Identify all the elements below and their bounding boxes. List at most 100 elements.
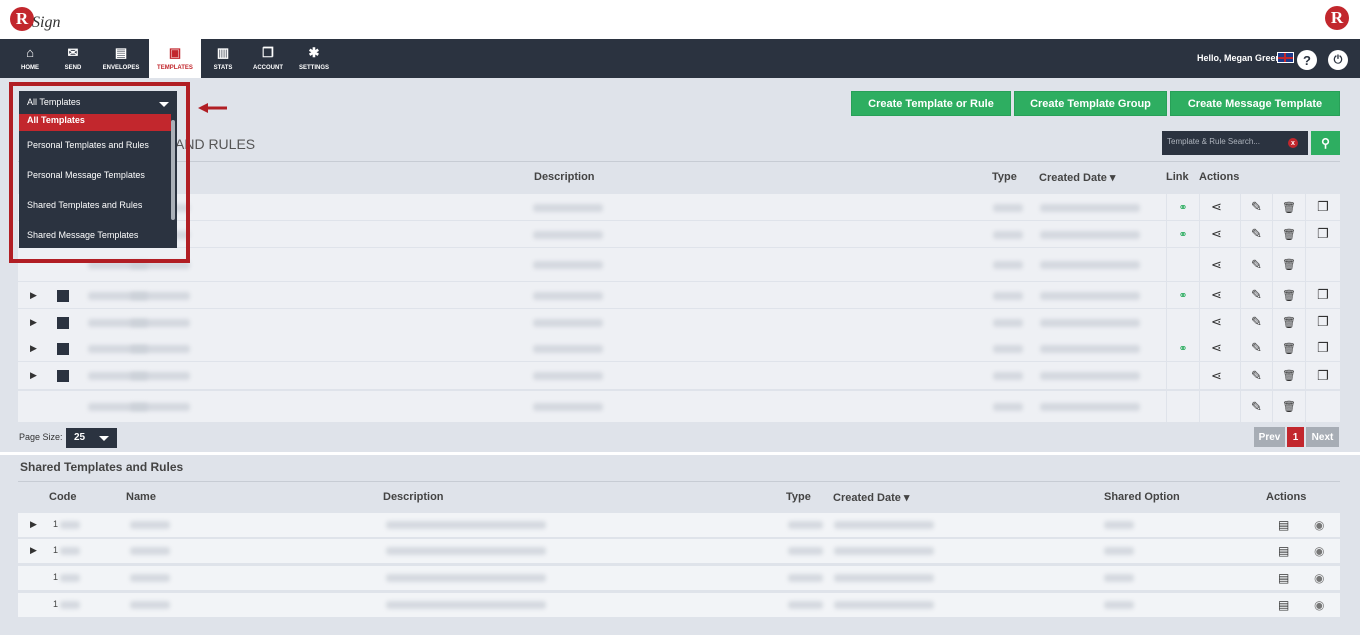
share-icon[interactable]: ⋖ [1211, 314, 1222, 330]
table-row[interactable]: ▶ ⋖ ✎ 🗑 ❐ [18, 309, 1340, 336]
trash-icon[interactable]: 🗑 [1282, 369, 1296, 382]
template-view-icon[interactable]: ▤ [1278, 544, 1289, 558]
share-icon[interactable]: ◉ [1314, 518, 1324, 532]
trash-icon[interactable]: 🗑 [1282, 289, 1296, 302]
share-icon[interactable]: ⋖ [1211, 257, 1222, 273]
blurred-text [1040, 292, 1140, 300]
expand-row-icon[interactable]: ▶ [30, 545, 37, 556]
create-template-group-button[interactable]: Create Template Group [1014, 91, 1167, 116]
edit-icon[interactable]: ✎ [1251, 340, 1262, 356]
col-code[interactable]: Code [49, 491, 77, 503]
share-icon[interactable]: ◉ [1314, 571, 1324, 585]
col-type[interactable]: Type [992, 171, 1017, 183]
edit-icon[interactable]: ✎ [1251, 287, 1262, 303]
nav-templates[interactable]: ▣ TEMPLATES [149, 39, 201, 78]
nav-envelopes[interactable]: ▤ ENVELOPES [97, 39, 145, 78]
table-row[interactable]: ✎ 🗑 [18, 391, 1340, 423]
share-icon[interactable]: ⋖ [1211, 368, 1222, 384]
expand-row-icon[interactable]: ▶ [30, 519, 37, 530]
table-row[interactable]: 1 ▤ ◉ [18, 593, 1340, 618]
table-row[interactable]: ▶ ⋖ ✎ 🗑 ❐ [18, 362, 1340, 390]
copy-icon[interactable]: ❐ [1317, 368, 1329, 384]
template-filter-select[interactable]: All Templates [19, 91, 177, 116]
row-checkbox[interactable] [57, 317, 69, 329]
template-view-icon[interactable]: ▤ [1278, 571, 1289, 585]
edit-icon[interactable]: ✎ [1251, 314, 1262, 330]
trash-icon[interactable]: 🗑 [1282, 201, 1296, 214]
nav-account[interactable]: ❐ ACCOUNT [246, 39, 290, 78]
nav-stats[interactable]: ▥ STATS [205, 39, 241, 78]
copy-icon[interactable]: ❐ [1317, 287, 1329, 303]
col-created-date[interactable]: Created Date ▾ [833, 491, 909, 504]
share-icon[interactable]: ⋖ [1211, 340, 1222, 356]
expand-row-icon[interactable]: ▶ [30, 370, 37, 381]
table-row[interactable]: ▶ 1 ▤ ◉ [18, 539, 1340, 564]
expand-row-icon[interactable]: ▶ [30, 343, 37, 354]
table-row[interactable]: ▶ 1 ▤ ◉ [18, 513, 1340, 538]
rsign-logo[interactable]: R Sign [10, 6, 60, 32]
page-1-button[interactable]: 1 [1287, 427, 1304, 447]
table-row[interactable]: ⚭ ⋖ ✎ 🗑 ❐ [18, 194, 1340, 221]
page-size-select[interactable]: 25 [66, 428, 117, 448]
nav-send[interactable]: ✉ SEND [55, 39, 91, 78]
table-row[interactable]: 1 ▤ ◉ [18, 566, 1340, 591]
search-button[interactable]: ⚲ [1311, 131, 1340, 155]
create-template-or-rule-button[interactable]: Create Template or Rule [851, 91, 1011, 116]
share-icon[interactable]: ⋖ [1211, 287, 1222, 303]
edit-icon[interactable]: ✎ [1251, 368, 1262, 384]
uk-flag-icon[interactable] [1277, 52, 1294, 63]
share-icon[interactable]: ⋖ [1211, 199, 1222, 215]
expand-row-icon[interactable]: ▶ [30, 317, 37, 328]
link-icon[interactable]: ⚭ [1178, 342, 1187, 355]
option-shared-templates-rules[interactable]: Shared Templates and Rules [19, 190, 171, 220]
nav-settings[interactable]: ✱ SETTINGS [295, 39, 333, 78]
table-row[interactable]: ⚭ ⋖ ✎ 🗑 ❐ [18, 221, 1340, 248]
copy-icon[interactable]: ❐ [1317, 340, 1329, 356]
search-input[interactable]: Template & Rule Search... x [1162, 131, 1308, 155]
copy-icon[interactable]: ❐ [1317, 226, 1329, 242]
help-icon[interactable]: ? [1297, 50, 1317, 70]
trash-icon[interactable]: 🗑 [1282, 342, 1296, 355]
template-view-icon[interactable]: ▤ [1278, 598, 1289, 612]
create-message-template-button[interactable]: Create Message Template [1170, 91, 1340, 116]
edit-icon[interactable]: ✎ [1251, 257, 1262, 273]
edit-icon[interactable]: ✎ [1251, 226, 1262, 242]
nav-home[interactable]: ⌂ HOME [10, 39, 50, 78]
share-icon[interactable]: ◉ [1314, 544, 1324, 558]
option-personal-templates-rules[interactable]: Personal Templates and Rules [19, 130, 171, 160]
col-created-date[interactable]: Created Date ▾ [1039, 171, 1115, 184]
col-name[interactable]: Name [126, 491, 156, 503]
copy-icon[interactable]: ❐ [1317, 314, 1329, 330]
row-checkbox[interactable] [57, 370, 69, 382]
link-icon[interactable]: ⚭ [1178, 289, 1187, 302]
option-personal-message-templates[interactable]: Personal Message Templates [19, 160, 171, 190]
expand-row-icon[interactable]: ▶ [30, 290, 37, 301]
copy-icon[interactable]: ❐ [1317, 199, 1329, 215]
table-row[interactable]: ▶ ⚭ ⋖ ✎ 🗑 ❐ [18, 282, 1340, 309]
trash-icon[interactable]: 🗑 [1282, 258, 1296, 271]
next-page-button[interactable]: Next [1306, 427, 1339, 447]
clear-search-icon[interactable]: x [1288, 138, 1298, 148]
edit-icon[interactable]: ✎ [1251, 199, 1262, 215]
power-icon[interactable]: ⏻ [1328, 50, 1348, 70]
dropdown-scrollbar[interactable] [171, 120, 175, 220]
link-cell [1166, 309, 1199, 335]
edit-icon[interactable]: ✎ [1251, 399, 1262, 415]
share-icon[interactable]: ⋖ [1211, 226, 1222, 242]
option-shared-message-templates[interactable]: Shared Message Templates [19, 220, 171, 248]
trash-icon[interactable]: 🗑 [1282, 400, 1296, 413]
link-icon[interactable]: ⚭ [1178, 228, 1187, 241]
link-icon[interactable]: ⚭ [1178, 201, 1187, 214]
template-view-icon[interactable]: ▤ [1278, 518, 1289, 532]
table-row[interactable]: ⋖ ✎ 🗑 [18, 248, 1340, 282]
share-icon[interactable]: ◉ [1314, 598, 1324, 612]
option-all-templates[interactable]: All Templates [19, 114, 171, 131]
row-checkbox[interactable] [57, 290, 69, 302]
trash-icon[interactable]: 🗑 [1282, 316, 1296, 329]
trash-icon[interactable]: 🗑 [1282, 228, 1296, 241]
col-type[interactable]: Type [786, 491, 811, 503]
row-checkbox[interactable] [57, 343, 69, 355]
prev-page-button[interactable]: Prev [1254, 427, 1285, 447]
section-divider [0, 452, 1360, 455]
table-row[interactable]: ▶ ⚭ ⋖ ✎ 🗑 ❐ [18, 335, 1340, 362]
